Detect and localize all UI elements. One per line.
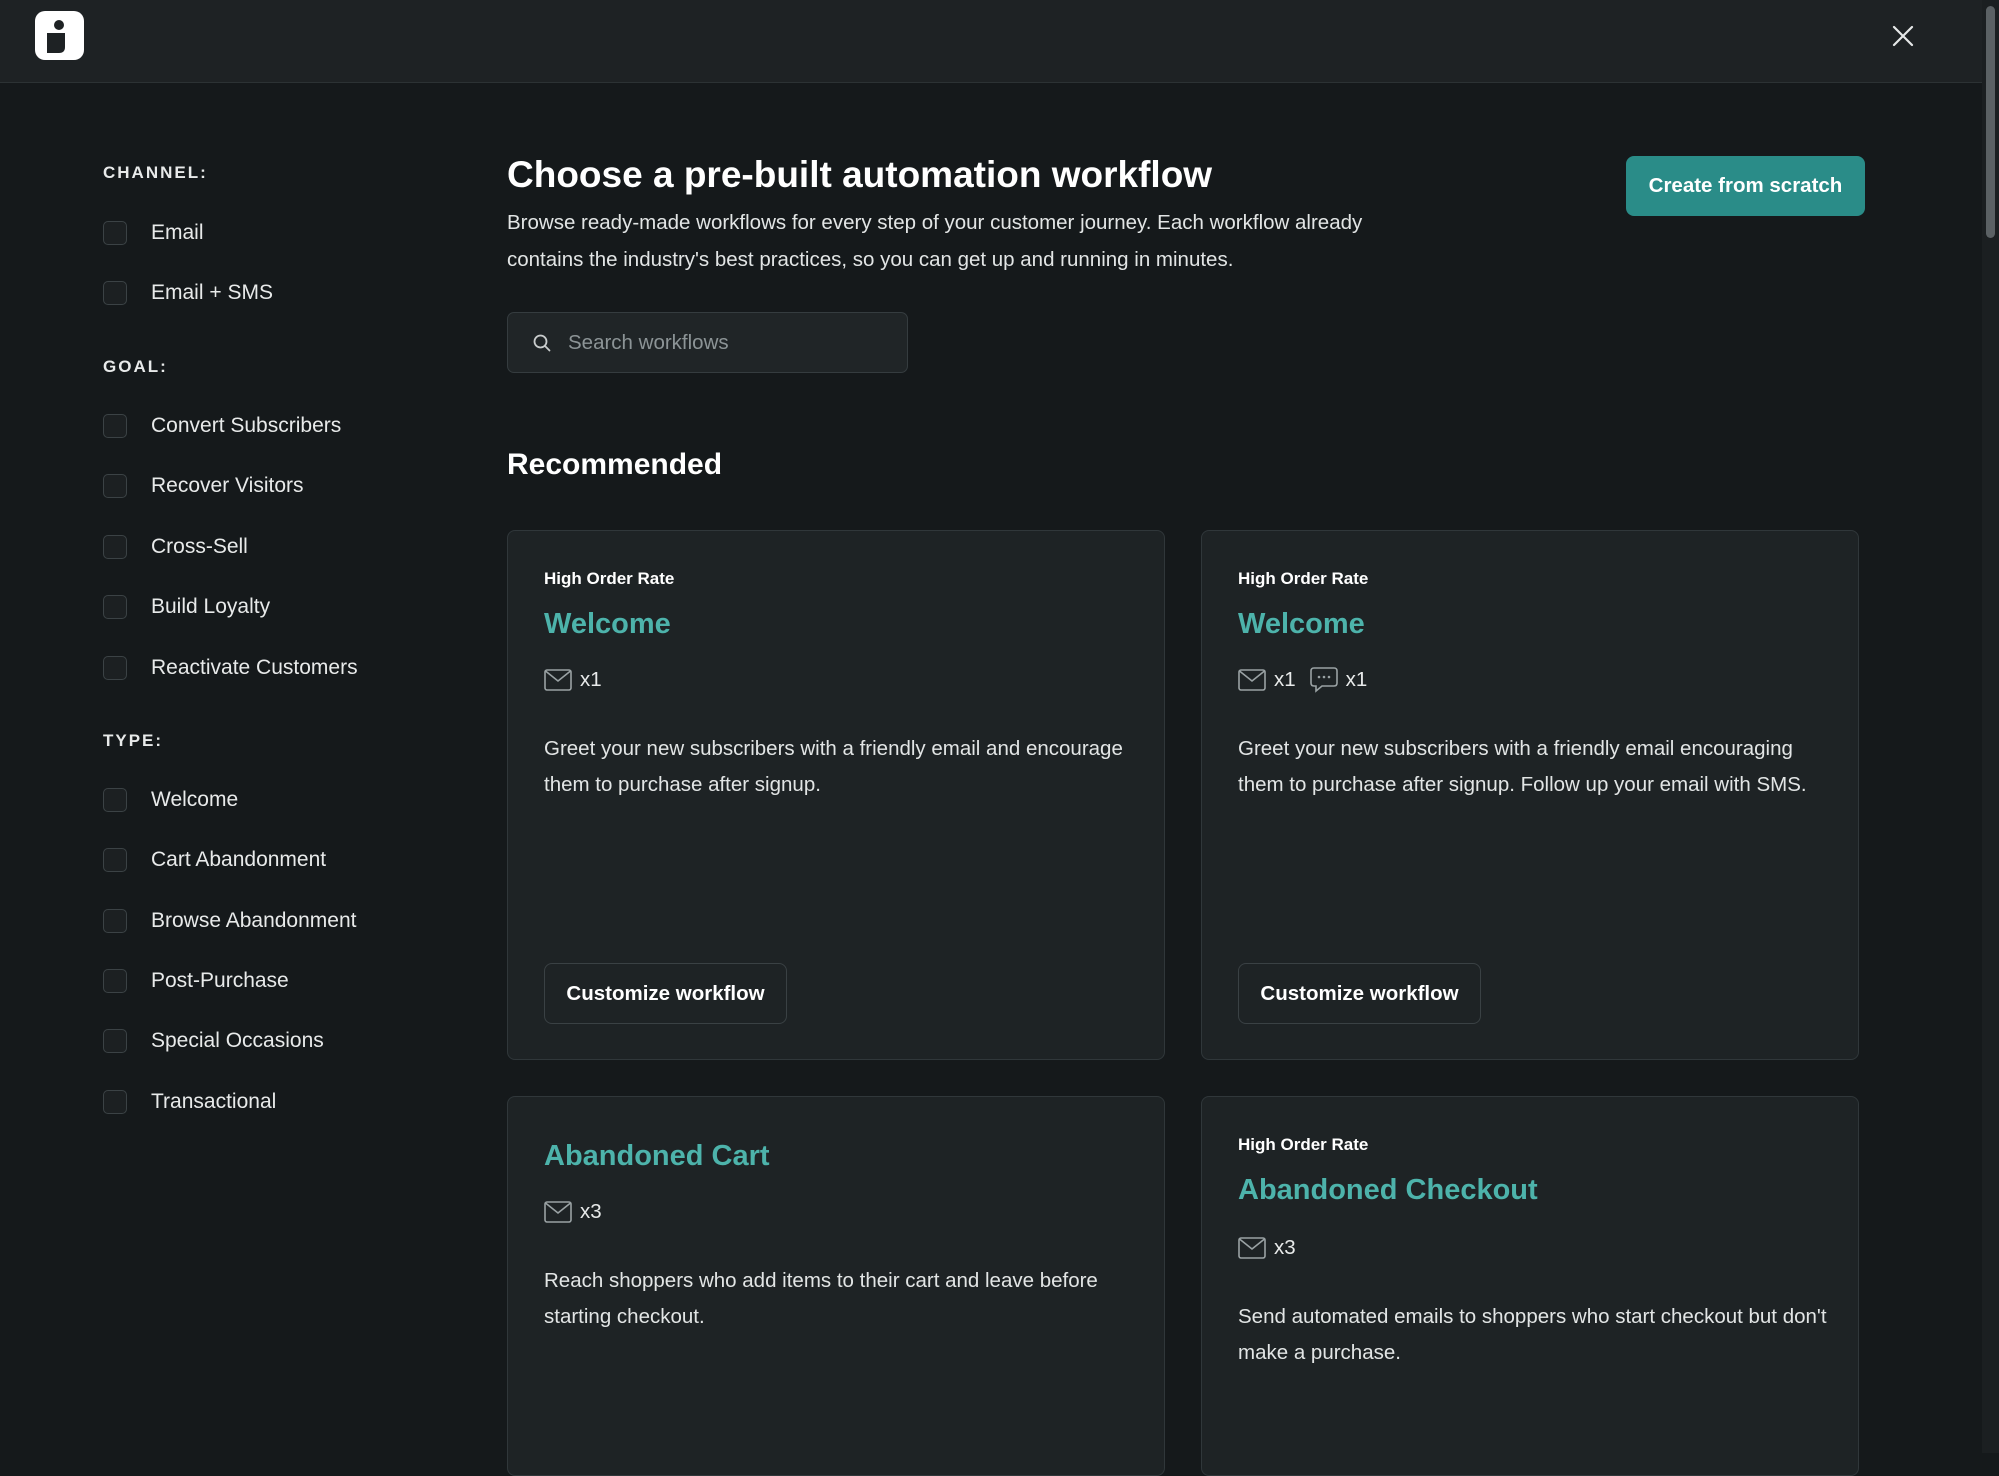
card-meta: x3 [544, 1198, 616, 1226]
filter-convert-subscribers[interactable]: Convert Subscribers [103, 412, 341, 440]
workflow-card-abandoned-cart[interactable]: Abandoned Cart x3 Reach shoppers who add… [507, 1096, 1165, 1476]
sms-count: x1 [1309, 667, 1368, 693]
checkbox[interactable] [103, 788, 127, 812]
card-tag: High Order Rate [544, 569, 675, 588]
filter-group-title-channel: CHANNEL: [103, 163, 208, 182]
section-title-recommended: Recommended [507, 448, 723, 481]
scrollbar-thumb[interactable] [1986, 6, 1995, 238]
filter-email-sms[interactable]: Email + SMS [103, 279, 273, 307]
checkbox[interactable] [103, 1029, 127, 1053]
workflow-card-abandoned-checkout[interactable]: High Order Rate Abandoned Checkout x3 Se… [1201, 1096, 1859, 1476]
logo-icon [35, 11, 84, 60]
email-count: x1 [1238, 668, 1296, 692]
checkbox[interactable] [103, 595, 127, 619]
mail-icon [544, 1201, 572, 1223]
filter-label: Transactional [151, 1090, 277, 1113]
filter-label: Cross-Sell [151, 535, 248, 558]
customize-workflow-button[interactable]: Customize workflow [544, 963, 787, 1024]
page-title: Choose a pre-built automation workflow [507, 154, 1213, 195]
card-title[interactable]: Abandoned Cart [544, 1140, 770, 1173]
checkbox[interactable] [103, 281, 127, 305]
page-description: Browse ready-made workflows for every st… [507, 211, 1363, 271]
filter-label: Convert Subscribers [151, 414, 342, 437]
card-tag: High Order Rate [1238, 569, 1369, 588]
filter-recover-visitors[interactable]: Recover Visitors [103, 472, 304, 500]
card-meta: x1 [544, 666, 616, 694]
search-box[interactable] [507, 312, 908, 373]
close-button[interactable] [1887, 20, 1919, 52]
scrollbar[interactable] [1982, 0, 1999, 1453]
checkbox[interactable] [103, 535, 127, 559]
filter-label: Recover Visitors [151, 474, 304, 497]
mail-icon [1238, 1237, 1266, 1259]
card-meta: x3 [1238, 1234, 1310, 1262]
card-title[interactable]: Abandoned Checkout [1238, 1174, 1538, 1207]
filter-cart-abandonment[interactable]: Cart Abandonment [103, 846, 326, 874]
filter-label: Special Occasions [151, 1029, 324, 1052]
checkbox[interactable] [103, 909, 127, 933]
checkbox[interactable] [103, 414, 127, 438]
workflow-card-welcome-email[interactable]: High Order Rate Welcome x1 Greet your ne… [507, 530, 1165, 1060]
filter-email[interactable]: Email [103, 219, 204, 247]
filter-label: Email [151, 221, 204, 244]
email-count-value: x3 [1274, 1236, 1296, 1259]
create-from-scratch-button[interactable]: Create from scratch [1626, 156, 1865, 216]
sms-count-value: x1 [1345, 668, 1368, 691]
card-description: Greet your new subscribers with a friend… [544, 737, 1123, 796]
filter-label: Reactivate Customers [151, 656, 358, 679]
card-tag: High Order Rate [1238, 1135, 1369, 1154]
card-title[interactable]: Welcome [544, 608, 671, 641]
email-count-value: x3 [580, 1200, 602, 1223]
card-title[interactable]: Welcome [1238, 608, 1365, 641]
filter-welcome[interactable]: Welcome [103, 786, 238, 814]
email-count: x3 [544, 1200, 602, 1224]
close-icon [1892, 25, 1914, 47]
filter-reactivate-customers[interactable]: Reactivate Customers [103, 654, 358, 682]
workflow-card-welcome-email-sms[interactable]: High Order Rate Welcome x1 x1 Greet your… [1201, 530, 1859, 1060]
filter-label: Welcome [151, 788, 239, 811]
filter-label: Build Loyalty [151, 595, 271, 618]
top-bar [0, 0, 1982, 83]
filter-label: Cart Abandonment [151, 848, 327, 871]
filter-label: Browse Abandonment [151, 909, 357, 932]
card-description: Send automated emails to shoppers who st… [1238, 1305, 1827, 1364]
filter-transactional[interactable]: Transactional [103, 1088, 276, 1116]
card-meta: x1 x1 [1238, 666, 1381, 694]
search-icon [533, 334, 551, 351]
checkbox[interactable] [103, 1090, 127, 1114]
card-description: Reach shoppers who add items to their ca… [544, 1269, 1098, 1328]
mail-icon [544, 669, 572, 691]
email-count: x1 [544, 668, 602, 692]
mail-icon [1238, 669, 1266, 691]
filter-label: Post-Purchase [151, 969, 289, 992]
checkbox[interactable] [103, 848, 127, 872]
filter-build-loyalty[interactable]: Build Loyalty [103, 593, 270, 621]
checkbox[interactable] [103, 474, 127, 498]
filter-group-title-goal: GOAL: [103, 357, 168, 376]
checkbox[interactable] [103, 221, 127, 245]
filter-post-purchase[interactable]: Post-Purchase [103, 967, 289, 995]
sms-bubble-icon [1309, 667, 1338, 693]
filter-label: Email + SMS [151, 281, 273, 304]
customize-workflow-button[interactable]: Customize workflow [1238, 963, 1481, 1024]
filter-browse-abandonment[interactable]: Browse Abandonment [103, 907, 356, 935]
search-input[interactable] [568, 330, 888, 355]
filter-group-title-type: TYPE: [103, 731, 164, 750]
checkbox[interactable] [103, 969, 127, 993]
filter-special-occasions[interactable]: Special Occasions [103, 1027, 324, 1055]
checkbox[interactable] [103, 656, 127, 680]
filter-cross-sell[interactable]: Cross-Sell [103, 533, 248, 561]
email-count-value: x1 [1274, 668, 1296, 691]
email-count: x3 [1238, 1236, 1296, 1260]
email-count-value: x1 [580, 668, 602, 691]
card-description: Greet your new subscribers with a friend… [1238, 737, 1807, 796]
